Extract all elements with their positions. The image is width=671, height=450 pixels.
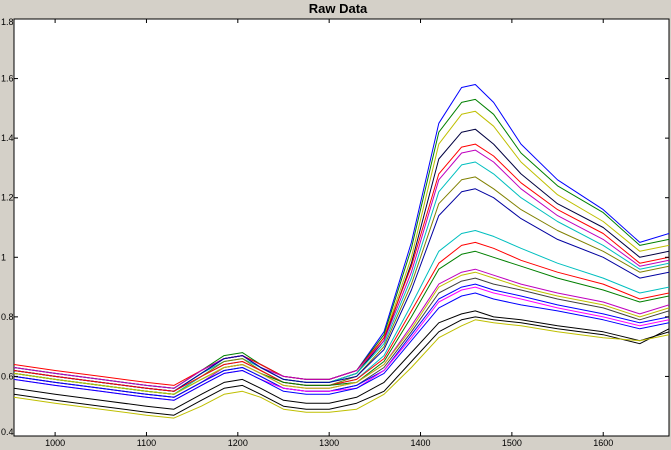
chart-svg: Raw Data 1000 1100 1200 1300 1400 1500 1600 0.4… (1, 1, 670, 448)
y-tick-label: 0.4 (1, 427, 14, 437)
y-tick-label: 0.8 (1, 312, 14, 322)
x-tick-label: 1100 (137, 438, 156, 448)
x-tick-label: 1200 (228, 438, 248, 448)
y-tick-label: 1.4 (1, 133, 14, 143)
plot-area (13, 18, 670, 437)
y-tick-label: 1.2 (1, 193, 14, 203)
x-tick-label: 1000 (45, 438, 65, 448)
y-tick-label: 1.8 (1, 17, 14, 27)
y-tick-label: 0.6 (1, 371, 14, 381)
chart-figure: Raw Data 1000 1100 1200 1300 1400 1500 1600 0.4… (0, 0, 671, 450)
x-tick-label: 1600 (593, 438, 613, 448)
x-tick-label: 1400 (411, 438, 431, 448)
y-tick-label: 1.6 (1, 74, 14, 84)
x-tick-label: 1300 (319, 438, 339, 448)
y-tick-label: 1 (1, 252, 6, 262)
chart-title: Raw Data (309, 1, 368, 16)
x-tick-label: 1500 (502, 438, 522, 448)
